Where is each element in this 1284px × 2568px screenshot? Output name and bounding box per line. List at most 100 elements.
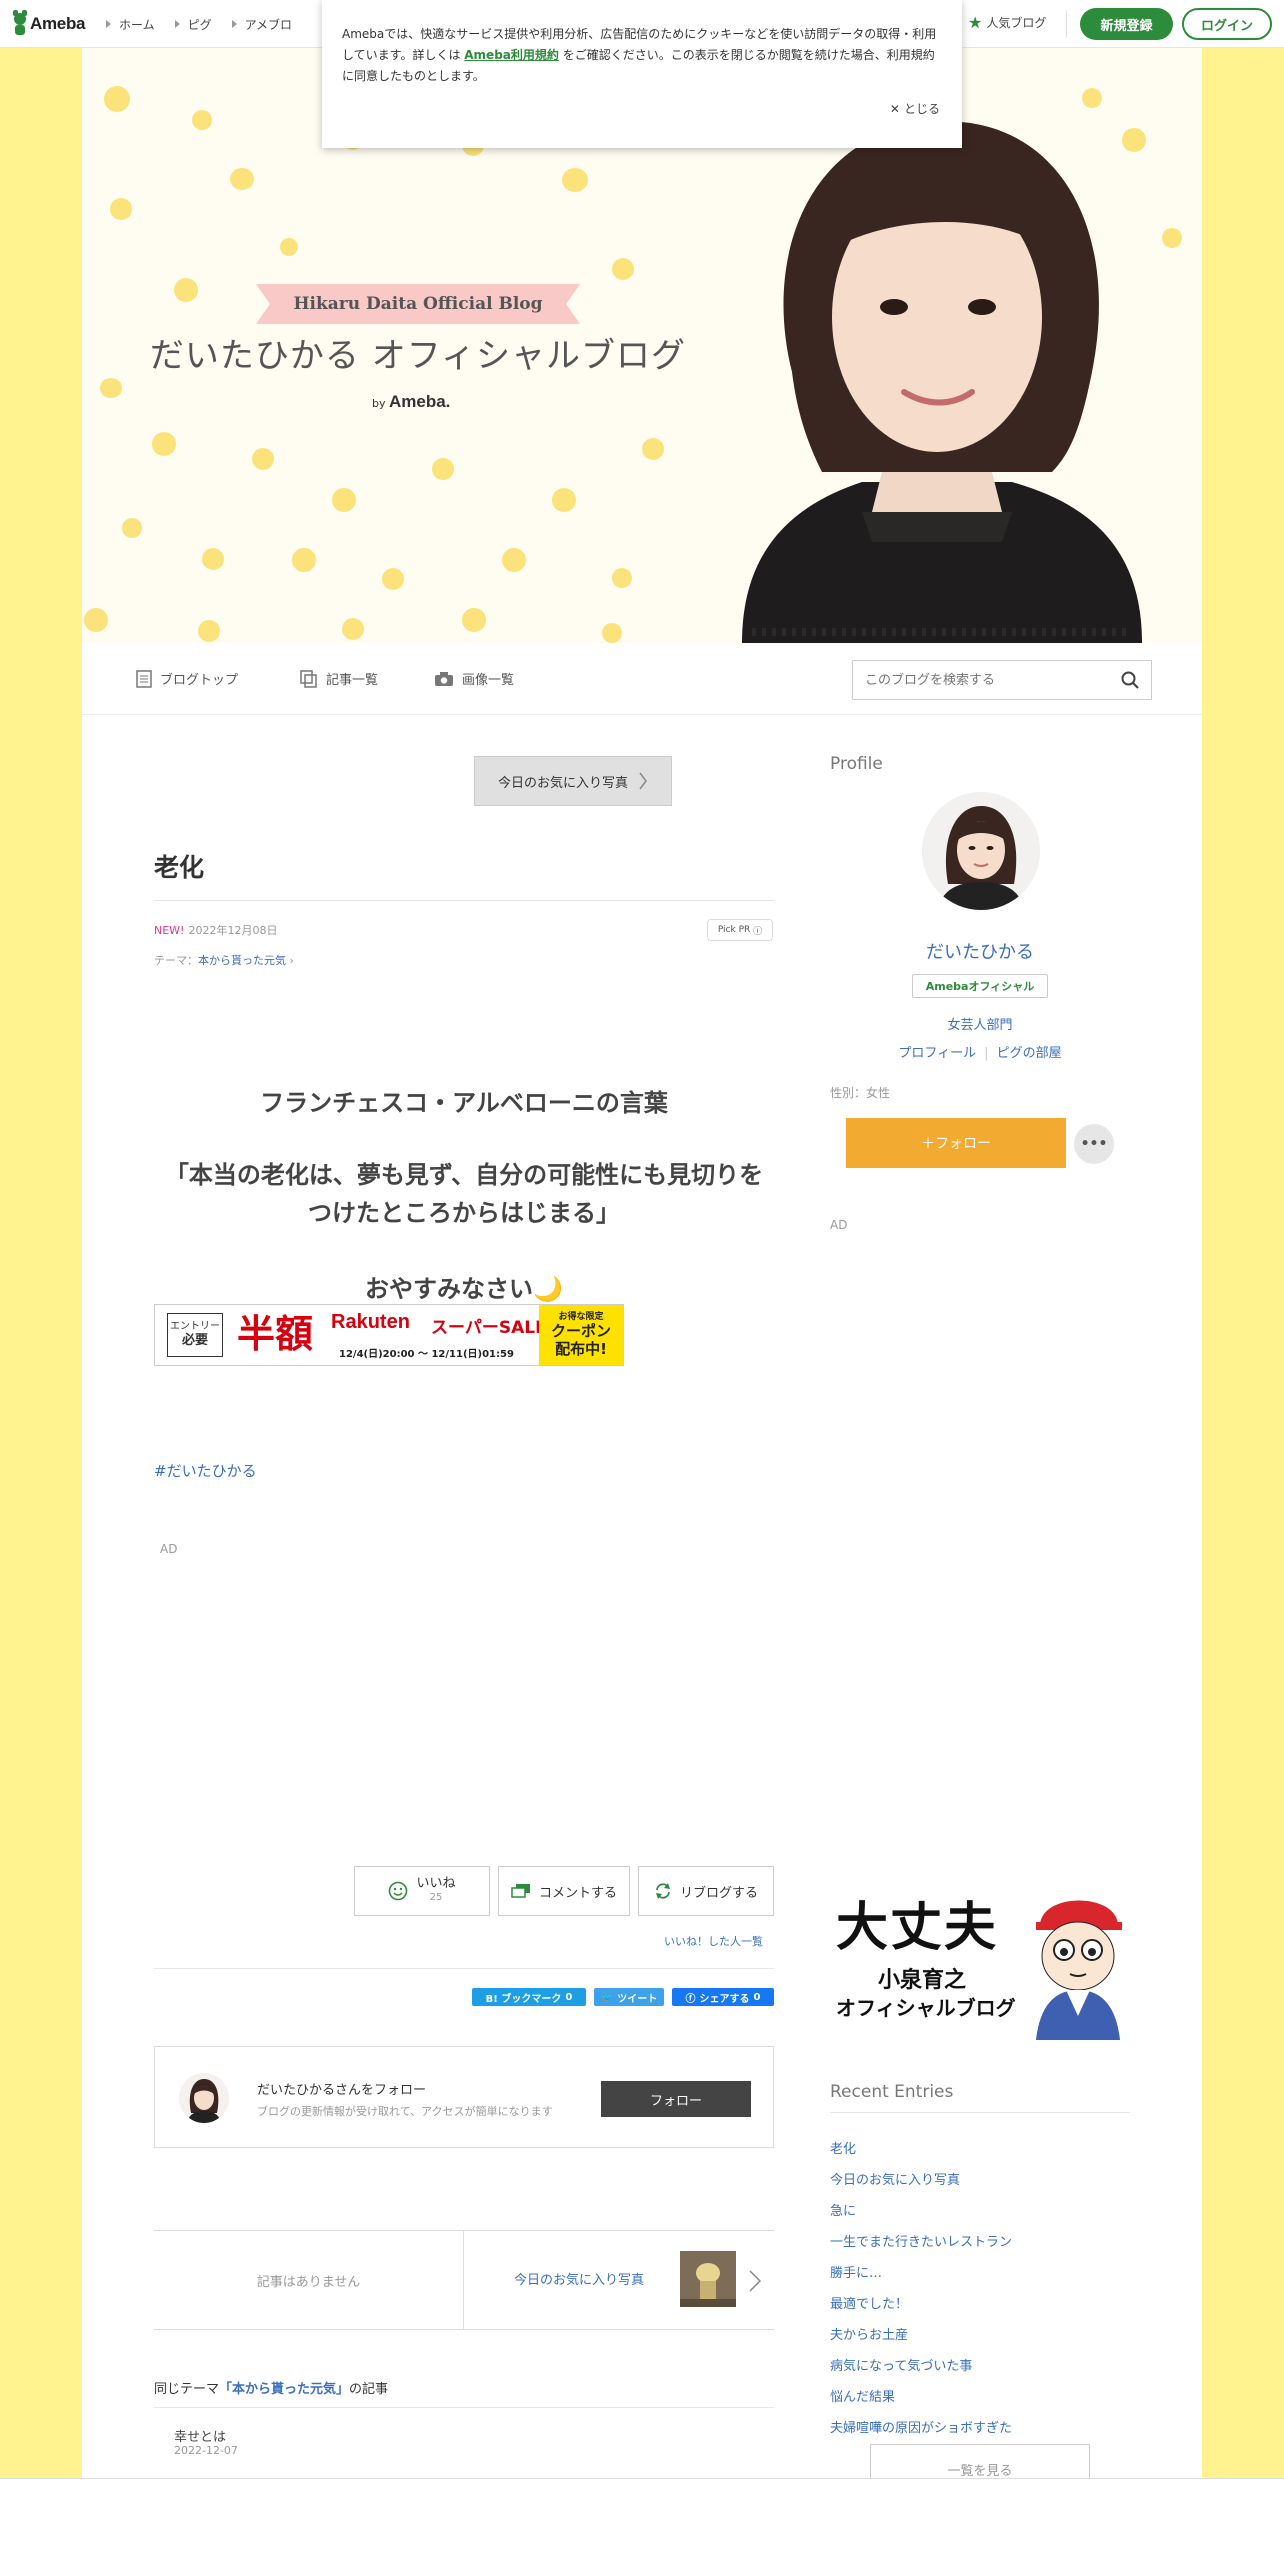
pig-room-link[interactable]: ピグの部屋: [997, 1046, 1062, 1061]
popular-blog-link[interactable]: ★ 人気ブログ: [968, 14, 1046, 31]
hashtag-link[interactable]: #だいたひかる: [154, 1460, 257, 1481]
blog-title[interactable]: だいたひかる オフィシャルブログ: [110, 328, 726, 377]
blog-ribbon: Hikaru Daita Official Blog: [256, 284, 580, 324]
official-badge: Amebaオフィシャル: [912, 974, 1048, 998]
tweet-button[interactable]: 🐦 ツイート: [594, 1988, 664, 2006]
login-button[interactable]: ログイン: [1182, 8, 1272, 40]
blog-nav: ブログトップ 記事一覧 画像一覧: [82, 643, 1202, 715]
article-body-line: フランチェスコ・アルベローニの言葉: [260, 1089, 668, 1117]
follow-button[interactable]: フォロー: [601, 2081, 751, 2117]
nav-ameblo-label: アメブロ: [244, 17, 293, 32]
sidebar-follow-button[interactable]: ＋フォロー: [846, 1118, 1066, 1168]
recent-entry[interactable]: 悩んだ結果: [830, 2386, 895, 2405]
nav-pig-label: ピグ: [187, 17, 212, 32]
cookie-text: Amebaでは、快適なサービス提供や利用分析、広告配信のためにクッキーなどを使い…: [342, 24, 942, 87]
recent-entry[interactable]: 病気になって気づいた事: [830, 2355, 972, 2374]
profile-avatar[interactable]: [922, 792, 1040, 910]
blogger-portrait: [742, 121, 1142, 643]
global-nav: ホーム ピグ アメブロ: [106, 0, 292, 48]
profile-links: プロフィール | ピグの部屋: [898, 1046, 1062, 1061]
nav-image-list[interactable]: 画像一覧: [434, 669, 514, 688]
ad-entry-bottom: 必要: [181, 1333, 208, 1348]
article-body-line: 「本当の老化は、夢も見ず、自分の可能性にも見切りを: [164, 1161, 764, 1189]
blog-frame: Hikaru Daita Official Blog だいたひかる オフィシャル…: [82, 48, 1202, 2568]
like-button[interactable]: いいね 25: [354, 1866, 490, 1916]
comment-label: コメントする: [538, 1885, 617, 1901]
follow-box: だいたひかるさんをフォロー ブログの更新情報が受け取れて、アクセスが簡単になりま…: [154, 2046, 774, 2148]
profile-link[interactable]: プロフィール: [898, 1046, 976, 1061]
chevron-right-icon: [639, 772, 647, 790]
profile-name[interactable]: だいたひかる: [830, 938, 1130, 964]
cookie-consent-dialog: Amebaでは、快適なサービス提供や利用分析、広告配信のためにクッキーなどを使い…: [322, 0, 962, 148]
cartoon-character-image: [1036, 1900, 1122, 2040]
nav-image-list-label: 画像一覧: [462, 673, 515, 688]
prev-entry-label: 今日のお気に入り写真: [497, 775, 628, 791]
theme-link[interactable]: 本から貰った元気: [198, 954, 286, 967]
footer-strip: [0, 2478, 1284, 2568]
article-body-line: つけたところからはじまる」: [308, 1199, 620, 1227]
search-icon[interactable]: [1121, 671, 1139, 689]
same-theme-link[interactable]: 「本から貰った元気」: [219, 2382, 349, 2397]
next-entry-link[interactable]: 今日のお気に入り写真: [514, 2269, 644, 2288]
recent-entry[interactable]: 一生でまた行きたいレストラン: [830, 2231, 1012, 2250]
prev-entry-button[interactable]: 今日のお気に入り写真: [474, 756, 672, 806]
banner-line3: オフィシャルブログ: [836, 1996, 1016, 2020]
hatena-bookmark-button[interactable]: B! ブックマーク 0: [472, 1988, 586, 2006]
same-theme-entry[interactable]: 幸せとは: [174, 2426, 226, 2445]
like-label: いいね: [416, 1876, 456, 1891]
facebook-share-button[interactable]: ⓕ シェアする 0: [672, 1988, 774, 2006]
reblog-button[interactable]: リブログする: [638, 1866, 774, 1916]
new-badge: NEW!: [154, 924, 185, 937]
ad-period: 12/4(日)20:00 〜 12/11(日)01:59: [339, 1349, 514, 1360]
sidebar-ad-label: AD: [830, 1218, 848, 1232]
next-entry-thumbnail[interactable]: [680, 2251, 736, 2307]
recent-entry[interactable]: 急に: [830, 2200, 856, 2219]
chevron-right-icon: ›: [289, 954, 294, 967]
same-theme-heading: 同じテーマ「本から貰った元気」の記事: [154, 2378, 774, 2408]
nav-entry-list[interactable]: 記事一覧: [300, 669, 378, 688]
nav-pig[interactable]: ピグ: [174, 16, 212, 33]
entry-pager: 記事はありません 今日のお気に入り写真: [154, 2230, 774, 2330]
recent-entry[interactable]: 勝手に…: [830, 2262, 882, 2281]
nav-blog-top[interactable]: ブログトップ: [136, 669, 238, 688]
article-date-text: 2022年12月08日: [188, 924, 278, 937]
article-title[interactable]: 老化: [154, 848, 774, 901]
nav-ameblo[interactable]: アメブロ: [231, 16, 293, 33]
recent-entry[interactable]: 老化: [830, 2138, 856, 2157]
avatar: [179, 2073, 229, 2123]
pick-pr-label: Pick PR: [717, 925, 751, 935]
nav-home-label: ホーム: [119, 17, 155, 32]
ameba-mascot-icon: [12, 10, 28, 35]
camera-icon: [435, 671, 453, 686]
recent-entry[interactable]: 今日のお気に入り写真: [830, 2169, 960, 2188]
cookie-close-button[interactable]: ✕ とじる: [890, 100, 940, 117]
article-theme: テーマ：本から貰った元気 ›: [154, 952, 294, 968]
sidebar-ad-banner[interactable]: 大丈夫 小泉育之 オフィシャルブログ: [830, 1886, 1130, 2040]
recent-entry[interactable]: 夫婦喧嘩の原因がショボすぎた: [830, 2417, 1012, 2436]
profile-gender: 性別：女性: [830, 1086, 891, 1100]
ad-coupon3: 配布中!: [555, 1340, 607, 1358]
register-button[interactable]: 新規登録: [1080, 8, 1173, 40]
follow-box-subtitle: ブログの更新情報が受け取れて、アクセスが簡単になります: [257, 2105, 553, 2118]
header-divider: [1066, 10, 1067, 38]
rakuten-ad-banner[interactable]: エントリー 必要 半額 Rakuten スーパーSALE 12/4(日)20:0…: [154, 1304, 624, 1366]
pick-pr-button[interactable]: Pick PR ⓘ: [707, 919, 773, 941]
nav-home[interactable]: ホーム: [106, 16, 155, 33]
terms-link[interactable]: Ameba利用規約: [464, 48, 559, 62]
recent-entry[interactable]: 夫からお土産: [830, 2324, 908, 2343]
by-text: by: [372, 397, 386, 410]
banner-line1: 大丈夫: [836, 1898, 999, 1958]
more-options-button[interactable]: •••: [1074, 1124, 1114, 1164]
liked-users-link[interactable]: いいね！した人一覧: [664, 1933, 763, 1949]
same-theme-entry-date: 2022-12-07: [174, 2444, 238, 2457]
triangle-right-icon: [174, 20, 180, 28]
ad-sale: スーパーSALE: [431, 1318, 547, 1338]
ad-coupon2: クーポン: [550, 1322, 611, 1340]
divider: [154, 1968, 774, 1969]
profile-category[interactable]: 女芸人部門: [830, 1014, 1130, 1033]
recent-entry[interactable]: 最適でした！: [830, 2293, 908, 2312]
blog-search-input[interactable]: [853, 661, 1093, 699]
comment-button[interactable]: コメントする: [498, 1866, 630, 1916]
chevron-right-icon[interactable]: [748, 2269, 762, 2293]
ameba-logo[interactable]: Ameba: [12, 10, 85, 36]
